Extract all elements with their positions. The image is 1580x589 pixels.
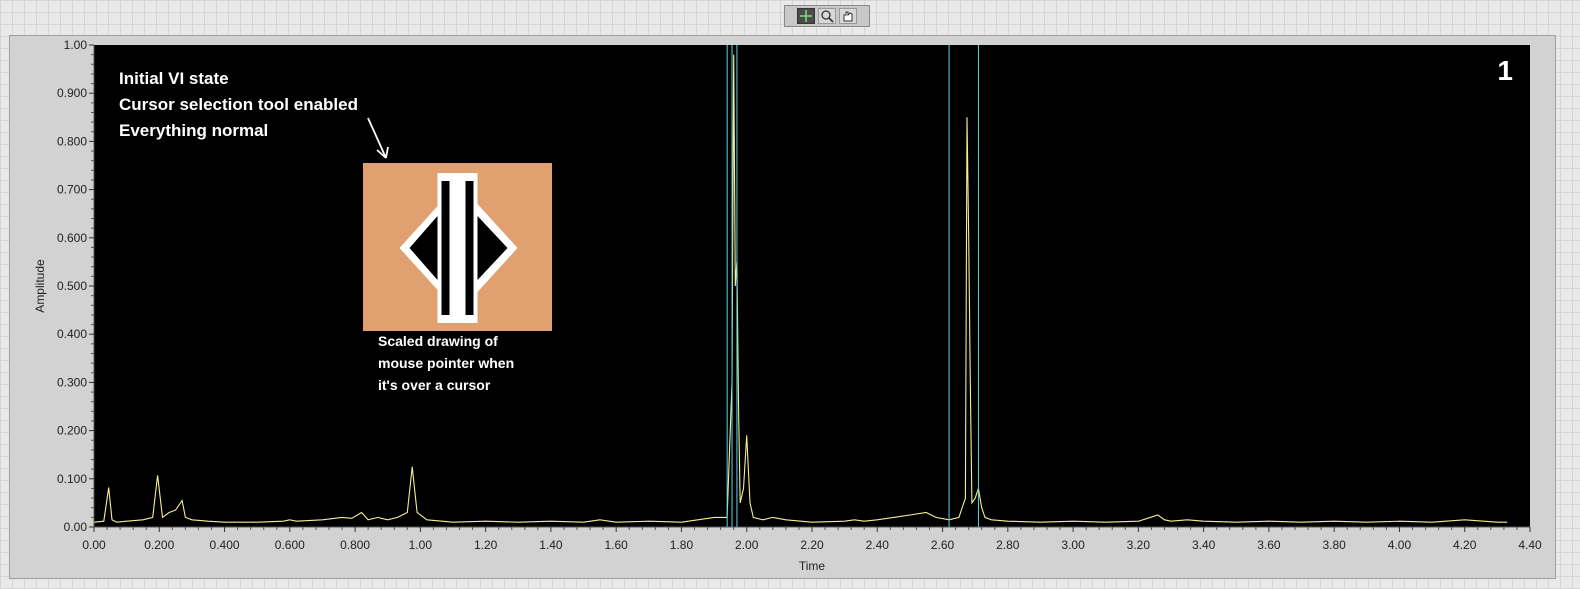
x-tick-label: 0.200 <box>144 538 174 552</box>
x-tick-label: 1.20 <box>474 538 498 552</box>
annotation-line: Everything normal <box>119 121 268 140</box>
x-tick-label: 0.00 <box>82 538 106 552</box>
y-tick-label: 0.900 <box>57 86 87 100</box>
x-axis-label: Time <box>799 559 826 573</box>
y-tick-label: 0.500 <box>57 279 87 293</box>
x-tick-label: 0.600 <box>275 538 305 552</box>
resize-pointer-icon <box>363 163 552 331</box>
x-tick-label: 0.400 <box>210 538 240 552</box>
x-tick-label: 0.800 <box>340 538 370 552</box>
annotation-line: Cursor selection tool enabled <box>119 95 358 114</box>
y-tick-label: 0.600 <box>57 231 87 245</box>
x-tick-label: 4.00 <box>1388 538 1412 552</box>
y-tick-label: 0.00 <box>64 520 88 534</box>
x-tick-label: 2.00 <box>735 538 759 552</box>
x-tick-label: 3.80 <box>1323 538 1347 552</box>
annotation-line: Initial VI state <box>119 69 229 88</box>
x-tick-label: 1.80 <box>670 538 694 552</box>
x-tick-label: 1.00 <box>409 538 433 552</box>
x-tick-label: 1.40 <box>539 538 563 552</box>
y-tick-label: 0.100 <box>57 472 87 486</box>
y-tick-label: 1.00 <box>64 38 88 52</box>
y-tick-label: 0.700 <box>57 183 87 197</box>
x-tick-label: 2.60 <box>931 538 955 552</box>
x-tick-label: 2.20 <box>800 538 824 552</box>
x-tick-label: 4.40 <box>1518 538 1542 552</box>
x-tick-label: 3.20 <box>1127 538 1151 552</box>
x-tick-label: 3.40 <box>1192 538 1216 552</box>
caption-line: Scaled drawing of <box>378 333 498 349</box>
x-tick-label: 2.40 <box>866 538 890 552</box>
caption-line: it's over a cursor <box>378 377 491 393</box>
x-axis: 0.00 0.200 0.400 0.600 0.800 1.00 1.20 1.40 1.60… <box>82 526 1542 552</box>
x-tick-label: 4.20 <box>1453 538 1477 552</box>
y-tick-label: 0.800 <box>57 134 87 148</box>
y-axis: 0.00 0.100 0.200 0.300 0.400 0.500 0.600 0.700 0… <box>57 38 95 534</box>
y-tick-label: 0.200 <box>57 424 87 438</box>
x-tick-label: 1.60 <box>605 538 629 552</box>
graph-number-label: 1 <box>1497 55 1513 86</box>
x-tick-label: 3.60 <box>1257 538 1281 552</box>
x-tick-label: 3.00 <box>1061 538 1085 552</box>
caption-line: mouse pointer when <box>378 355 514 371</box>
plot-area[interactable] <box>94 45 1530 527</box>
y-tick-label: 0.400 <box>57 327 87 341</box>
x-tick-label: 2.80 <box>996 538 1020 552</box>
y-tick-label: 0.300 <box>57 375 87 389</box>
waveform-chart: 0.00 0.100 0.200 0.300 0.400 0.500 0.600 0.700 0… <box>33 38 1542 573</box>
y-axis-label: Amplitude <box>33 259 47 313</box>
